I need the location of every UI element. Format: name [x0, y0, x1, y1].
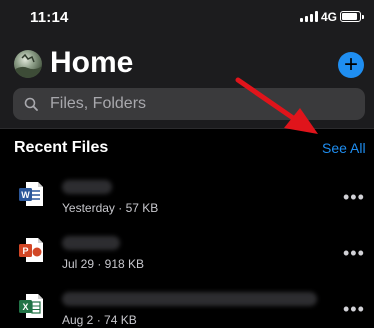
- list-item[interactable]: W Yesterday · 57 KB •••: [0, 168, 374, 224]
- header: Home + Files, Folders: [0, 36, 374, 129]
- avatar[interactable]: [14, 50, 42, 78]
- search-input[interactable]: Files, Folders: [13, 88, 365, 120]
- add-button[interactable]: +: [338, 52, 364, 78]
- file-meta: Aug 2 · 74 KB: [62, 313, 137, 327]
- status-time: 11:14: [30, 9, 69, 26]
- status-bar: 11:14 4G: [0, 0, 374, 36]
- svg-text:W: W: [21, 190, 30, 200]
- powerpoint-file-icon: P: [19, 238, 43, 262]
- file-meta: Yesterday · 57 KB: [62, 201, 159, 215]
- file-meta: Jul 29 · 918 KB: [62, 257, 145, 271]
- battery-icon: [340, 11, 364, 22]
- see-all-link[interactable]: See All: [322, 140, 366, 156]
- signal-icon: [300, 11, 318, 22]
- search-placeholder: Files, Folders: [50, 95, 147, 112]
- more-icon[interactable]: •••: [343, 244, 365, 262]
- plus-icon: +: [343, 51, 358, 78]
- more-icon[interactable]: •••: [343, 188, 365, 206]
- file-name-redacted: [62, 180, 112, 194]
- section-title: Recent Files: [14, 139, 109, 156]
- word-file-icon: W: [19, 182, 43, 206]
- page-title: Home: [50, 46, 134, 79]
- file-name-redacted: [62, 236, 120, 250]
- network-label: 4G: [321, 10, 338, 24]
- more-icon[interactable]: •••: [343, 300, 365, 318]
- excel-file-icon: X: [19, 294, 43, 318]
- list-item[interactable]: X Aug 2 · 74 KB •••: [0, 280, 374, 328]
- search-icon: [24, 97, 38, 111]
- list-item[interactable]: P Jul 29 · 918 KB •••: [0, 224, 374, 280]
- svg-text:X: X: [22, 302, 28, 312]
- svg-text:P: P: [22, 246, 28, 256]
- file-name-redacted: [62, 292, 317, 306]
